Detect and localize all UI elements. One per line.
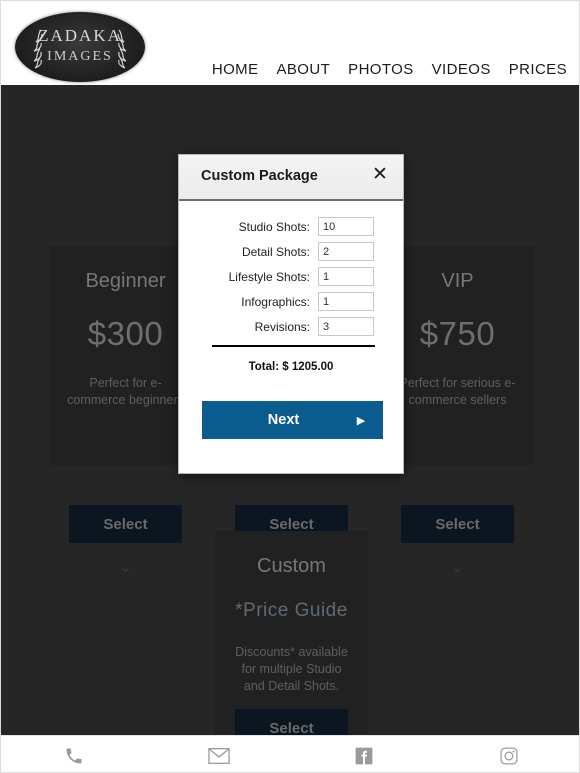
nav-item-videos[interactable]: VIDEOS [432,61,491,78]
studio-shots-input[interactable] [318,217,374,236]
form-row-detail-shots: Detail Shots: [179,242,403,261]
instagram-icon[interactable] [436,746,579,766]
field-label: Infographics: [241,294,310,309]
nav-item-home[interactable]: HOME [212,61,259,78]
lifestyle-shots-input[interactable] [318,267,374,286]
card-title: Custom [257,555,326,577]
form-row-lifestyle-shots: Lifestyle Shots: [179,267,403,286]
total-amount: Total: $ 1205.00 [248,361,334,373]
email-icon[interactable] [146,747,291,765]
next-button-label: Next [267,412,300,428]
field-label: Revisions: [254,319,310,334]
card-description: Discounts* available for multiple Studio… [235,645,348,693]
arrow-right-icon: ▶ [356,414,366,427]
select-button[interactable]: Select [401,505,514,543]
site-logo[interactable]: ZADAKA IMAGES [15,12,145,82]
modal-title: Custom Package [201,168,318,184]
logo-text-primary: ZADAKA [38,26,122,45]
field-label: Detail Shots: [241,244,310,259]
main-navigation: HOME ABOUT PHOTOS VIDEOS PRICES [212,61,567,78]
field-label: Lifestyle Shots: [228,269,310,284]
nav-item-photos[interactable]: PHOTOS [348,61,413,78]
modal-body: Studio Shots: Detail Shots: Lifestyle Sh… [179,201,403,373]
detail-shots-input[interactable] [318,242,374,261]
custom-package-modal: Custom Package ✕ Studio Shots: Detail Sh… [178,154,404,474]
phone-icon[interactable] [1,746,146,766]
modal-header: Custom Package ✕ [179,155,403,201]
form-row-revisions: Revisions: [179,317,403,336]
logo-text-secondary: IMAGES [47,49,113,64]
card-price: *Price Guide [235,600,348,621]
select-button[interactable]: Select [235,709,348,735]
field-label: Studio Shots: [238,219,310,234]
chevron-down-icon[interactable]: ⌄ [49,559,202,576]
nav-item-prices[interactable]: PRICES [509,61,567,78]
facebook-icon[interactable] [291,746,436,766]
form-row-studio-shots: Studio Shots: [179,217,403,236]
next-button[interactable]: Next ▶ [202,401,383,439]
site-footer [1,735,579,772]
form-row-infographics: Infographics: [179,292,403,311]
page-root: ZADAKA IMAGES HOME ABOUT PHOTOS VIDEOS P… [0,0,580,773]
close-icon[interactable]: ✕ [367,161,393,187]
site-header: ZADAKA IMAGES HOME ABOUT PHOTOS VIDEOS P… [1,1,579,85]
revisions-input[interactable] [318,317,374,336]
pricing-card-custom: Custom *Price Guide Discounts* available… [215,531,368,735]
infographics-input[interactable] [318,292,374,311]
divider [212,345,375,347]
nav-item-about[interactable]: ABOUT [276,61,330,78]
select-button[interactable]: Select [69,505,182,543]
chevron-down-icon[interactable]: ⌄ [381,559,534,576]
